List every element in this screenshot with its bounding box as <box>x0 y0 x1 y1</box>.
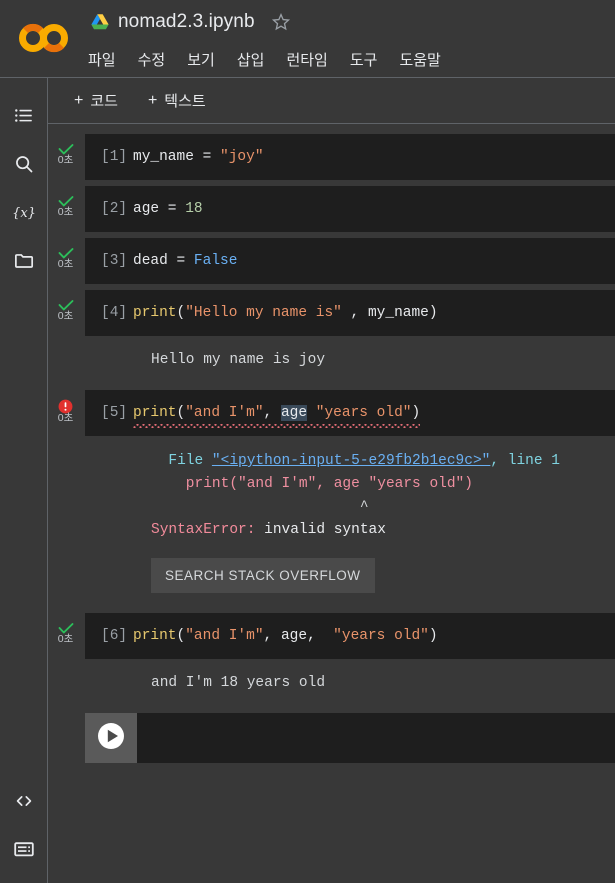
menu-insert[interactable]: 삽입 <box>234 48 268 71</box>
add-code-cell-button[interactable]: + 코드 <box>70 87 122 114</box>
cell-status-gutter[interactable]: 0초 <box>48 390 83 424</box>
variables-icon: {x} <box>11 201 37 223</box>
sidebar-code-snippets[interactable] <box>0 777 48 825</box>
exec-time: 0초 <box>57 206 74 218</box>
code-text: age = 18 <box>133 201 203 217</box>
body: {x} + 코드 + 텍스트 0초 [1] my_name = "joy" 0초… <box>0 78 615 883</box>
top-bar: nomad2.3.ipynb 파일 수정 보기 삽입 런타임 도구 도움말 <box>0 0 615 78</box>
document-title-row: nomad2.3.ipynb <box>90 11 291 33</box>
code-editor[interactable]: [5] print("and I'm", age "years old") <box>85 390 615 436</box>
cell-index: [1] <box>101 149 128 165</box>
menu-file[interactable]: 파일 <box>85 48 119 71</box>
code-text: print("and I'm", age "years old") <box>133 402 421 428</box>
code-cell: 0초 [6] print("and I'm", age, "years old"… <box>48 613 615 707</box>
code-cell: 0초 [4] print("Hello my name is" , my_nam… <box>48 290 615 384</box>
exec-time: 0초 <box>57 258 74 270</box>
code-cell: 0초 [1] my_name = "joy" <box>48 134 615 180</box>
exec-time: 0초 <box>57 154 74 166</box>
error-message: invalid syntax <box>255 522 386 538</box>
exec-time: 0초 <box>57 412 74 424</box>
cell-index: [6] <box>101 628 128 644</box>
code-text: dead = False <box>133 253 238 269</box>
cell-input: 0초 [5] print("and I'm", age "years old") <box>48 390 615 436</box>
table-of-contents-icon <box>13 105 35 127</box>
cell-input: 0초 [3] dead = False <box>48 238 615 284</box>
cell-status-gutter[interactable]: 0초 <box>48 238 83 270</box>
code-editor[interactable]: [1] my_name = "joy" <box>85 134 615 180</box>
code-cell: 0초 [5] print("and I'm", age "years old")… <box>48 390 615 607</box>
cell-status-gutter[interactable]: 0초 <box>48 134 83 166</box>
code-editor[interactable]: [3] dead = False <box>85 238 615 284</box>
code-text: print("and I'm", age, "years old") <box>133 628 438 644</box>
colab-logo[interactable] <box>16 18 72 58</box>
traceback: File "<ipython-input-5-e29fb2b1ec9c>", l… <box>151 450 615 542</box>
traceback-file-link[interactable]: "<ipython-input-5-e29fb2b1ec9c>" <box>212 453 490 469</box>
sidebar-terminal[interactable] <box>0 825 48 873</box>
output-text: and I'm 18 years old <box>151 675 326 691</box>
cell-index: [5] <box>101 405 128 421</box>
search-icon <box>13 153 35 175</box>
menu-runtime[interactable]: 런타임 <box>283 48 330 71</box>
add-code-cell-label: 코드 <box>90 93 118 110</box>
sidebar-toc[interactable] <box>0 92 48 140</box>
cell-index: [3] <box>101 253 128 269</box>
cell-list: 0초 [1] my_name = "joy" 0초 [2] age = 18 0… <box>48 124 615 883</box>
cell-status-gutter[interactable]: 0초 <box>48 613 83 645</box>
sidebar-variables[interactable]: {x} <box>0 188 48 236</box>
colab-app: nomad2.3.ipynb 파일 수정 보기 삽입 런타임 도구 도움말 {x… <box>0 0 615 883</box>
traceback-file-suffix: , line 1 <box>490 453 560 469</box>
code-cell: 0초 [2] age = 18 <box>48 186 615 232</box>
code-editor[interactable] <box>85 713 615 763</box>
code-editor[interactable]: [2] age = 18 <box>85 186 615 232</box>
cell-output: and I'm 18 years old <box>48 659 615 707</box>
star-outline-icon[interactable] <box>271 12 291 32</box>
sidebar-files[interactable] <box>0 236 48 284</box>
notebook-toolbar: + 코드 + 텍스트 <box>48 78 615 124</box>
add-text-cell-label: 텍스트 <box>164 93 206 110</box>
code-cell: 0초 [3] dead = False <box>48 238 615 284</box>
folder-icon <box>13 249 36 272</box>
search-stack-overflow-button[interactable]: SEARCH STACK OVERFLOW <box>151 558 375 593</box>
left-sidebar-rail: {x} <box>0 78 48 883</box>
terminal-icon <box>12 837 36 861</box>
empty-code-cell <box>48 713 615 763</box>
error-name: SyntaxError: <box>151 522 256 538</box>
svg-text:{x}: {x} <box>12 206 36 221</box>
cell-input: 0초 [4] print("Hello my name is" , my_nam… <box>48 290 615 336</box>
add-text-cell-button[interactable]: + 텍스트 <box>144 87 210 114</box>
sidebar-search[interactable] <box>0 140 48 188</box>
code-snippets-icon <box>13 790 35 812</box>
plus-icon: + <box>74 91 84 109</box>
cell-output-error: File "<ipython-input-5-e29fb2b1ec9c>", l… <box>48 436 615 607</box>
cell-status-gutter[interactable]: 0초 <box>48 186 83 218</box>
cell-input: 0초 [6] print("and I'm", age, "years old"… <box>48 613 615 659</box>
run-cell-button[interactable] <box>85 713 137 763</box>
plus-icon: + <box>147 91 158 109</box>
menu-help[interactable]: 도움말 <box>396 48 443 71</box>
code-editor[interactable]: [6] print("and I'm", age, "years old") <box>85 613 615 659</box>
cell-index: [4] <box>101 305 128 321</box>
cell-input: 0초 [2] age = 18 <box>48 186 615 232</box>
google-drive-icon <box>90 13 110 31</box>
traceback-file-prefix: File <box>151 453 212 469</box>
code-editor[interactable]: [4] print("Hello my name is" , my_name) <box>85 290 615 336</box>
code-text: my_name = "joy" <box>133 149 264 165</box>
cell-input: 0초 [1] my_name = "joy" <box>48 134 615 180</box>
output-text: Hello my name is joy <box>151 352 326 368</box>
cell-status-gutter[interactable]: 0초 <box>48 290 83 322</box>
exec-time: 0초 <box>57 633 74 645</box>
traceback-caret: ^ <box>151 499 369 515</box>
code-text: print("Hello my name is" , my_name) <box>133 305 438 321</box>
cell-output: Hello my name is joy <box>48 336 615 384</box>
exec-time: 0초 <box>57 310 74 322</box>
page-title[interactable]: nomad2.3.ipynb <box>118 11 255 33</box>
notebook-pane: + 코드 + 텍스트 0초 [1] my_name = "joy" 0초 [2]… <box>48 78 615 883</box>
menu-bar: 파일 수정 보기 삽입 런타임 도구 도움말 <box>85 48 444 71</box>
menu-tools[interactable]: 도구 <box>347 48 381 71</box>
cell-index: [2] <box>101 201 128 217</box>
traceback-source-line: print("and I'm", age "years old") <box>151 476 473 492</box>
menu-view[interactable]: 보기 <box>184 48 218 71</box>
play-circle-icon <box>96 721 126 756</box>
menu-edit[interactable]: 수정 <box>135 48 169 71</box>
